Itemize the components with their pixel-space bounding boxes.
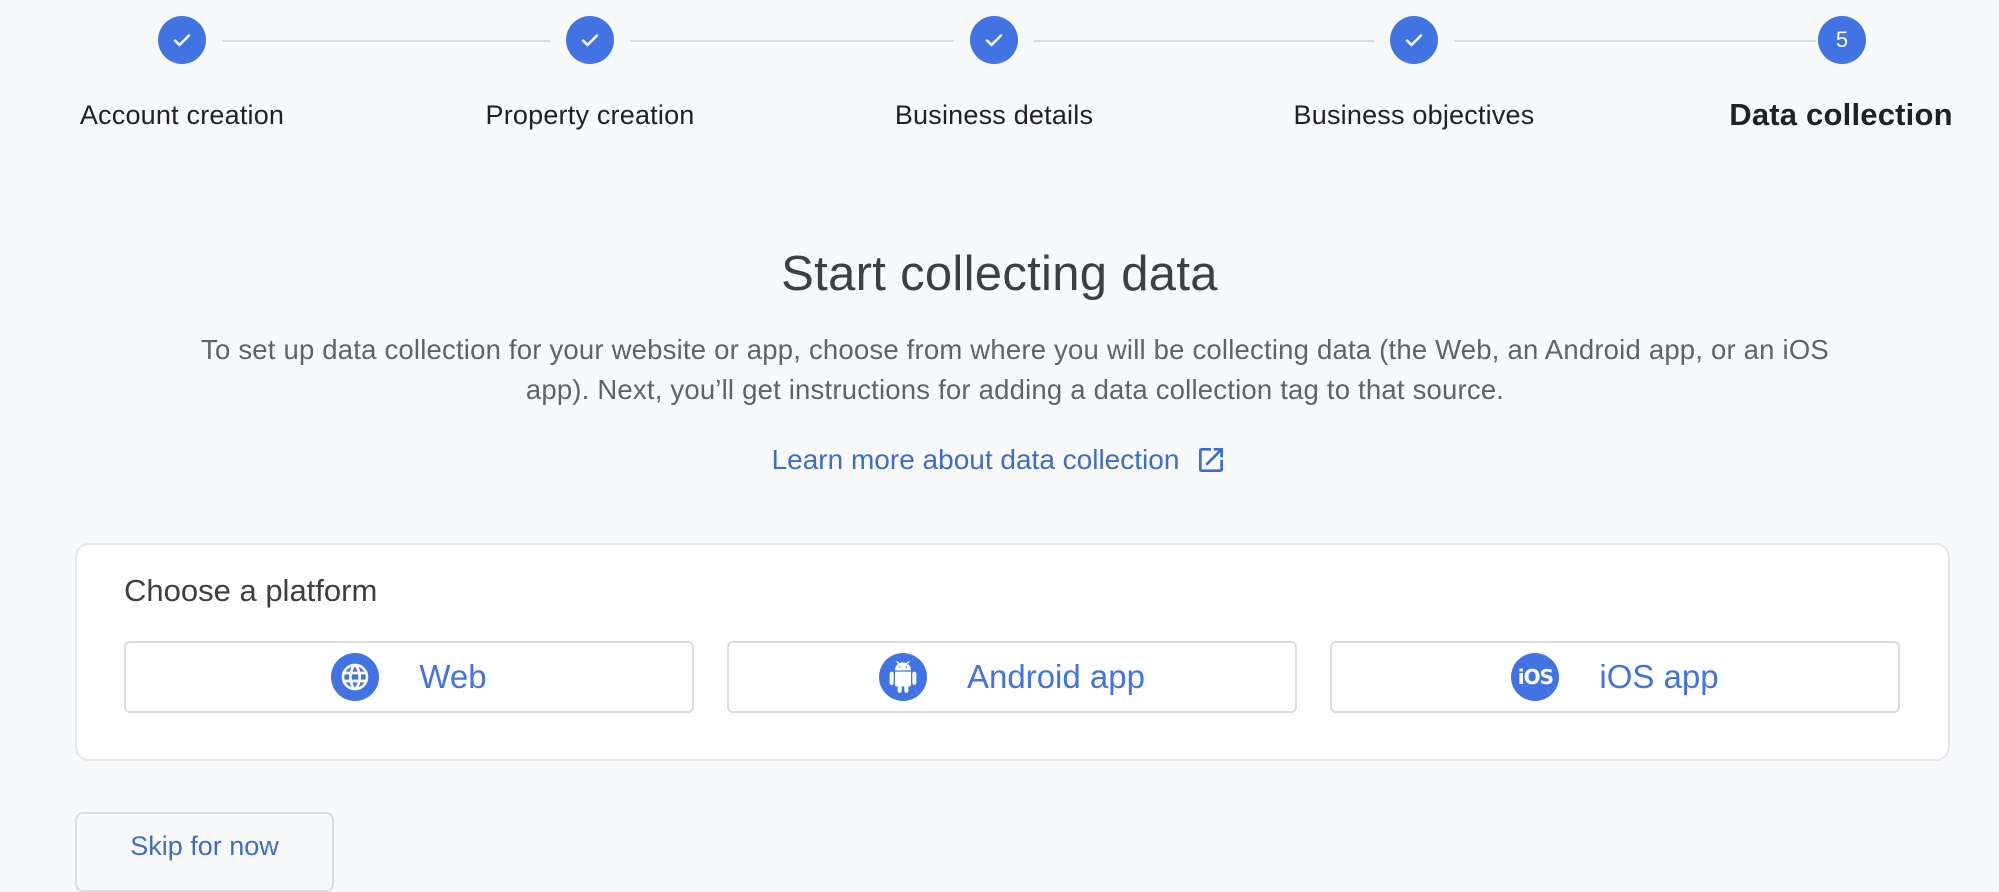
step-number: 5 (1835, 27, 1849, 52)
step-label-property-creation: Property creation (485, 100, 695, 130)
step-3-indicator (970, 16, 1018, 64)
step-connector (630, 40, 954, 42)
ios-platform-button[interactable]: iOS iOS app (1330, 641, 1900, 713)
step-connector (1034, 40, 1374, 42)
setup-stepper: 5 Account creation Property creation Bus… (0, 0, 1999, 140)
step-2-indicator (566, 16, 614, 64)
step-label-business-details: Business details (894, 100, 1094, 130)
globe-icon (331, 653, 380, 701)
check-icon (581, 34, 599, 47)
check-icon (173, 34, 191, 47)
learn-more-label: Learn more about data collection (771, 444, 1180, 475)
page-description: To set up data collection for your websi… (201, 334, 1829, 405)
web-platform-label: Web (419, 658, 487, 695)
step-label-data-collection: Data collection (1729, 97, 1953, 132)
page-title: Start collecting data (781, 247, 1218, 301)
learn-more-link[interactable]: Learn more about data collection (0, 444, 1999, 476)
android-platform-button[interactable]: Android app (727, 641, 1297, 713)
ios-platform-label: iOS app (1599, 658, 1719, 695)
step-connector (222, 40, 550, 42)
web-platform-button[interactable]: Web (124, 641, 694, 713)
check-icon (985, 34, 1003, 47)
android-platform-label: Android app (967, 658, 1145, 695)
platform-card: Choose a platform Web Android app iOS iO… (75, 543, 1950, 761)
step-label-business-objectives: Business objectives (1293, 100, 1535, 130)
step-connector (1454, 40, 1816, 42)
step-5-indicator: 5 (1818, 16, 1866, 64)
android-icon (879, 653, 927, 701)
ios-icon: iOS (1511, 653, 1560, 701)
step-label-account-creation: Account creation (79, 100, 285, 130)
platform-card-title: Choose a platform (124, 573, 378, 608)
open-in-new-icon (1199, 448, 1224, 472)
step-1-indicator (158, 16, 206, 64)
skip-for-now-button[interactable]: Skip for now (75, 812, 334, 892)
check-icon (1405, 34, 1423, 47)
step-4-indicator (1390, 16, 1438, 64)
